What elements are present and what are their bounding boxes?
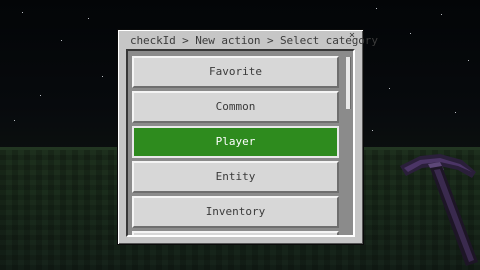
star bbox=[441, 14, 442, 15]
star bbox=[376, 8, 377, 9]
close-icon[interactable]: × bbox=[349, 31, 355, 41]
dialog-titlebar: checkId > New action > Select category × bbox=[118, 30, 378, 50]
star bbox=[88, 18, 89, 19]
star bbox=[102, 76, 103, 77]
star bbox=[22, 12, 23, 13]
category-common-button[interactable]: Common bbox=[132, 91, 339, 123]
star bbox=[14, 120, 15, 121]
category-next-button[interactable] bbox=[132, 231, 339, 235]
category-entity-button[interactable]: Entity bbox=[132, 161, 339, 193]
category-favorite-button[interactable]: Favorite bbox=[132, 56, 339, 88]
category-list-panel[interactable]: Favorite Common Player Entity Inventory bbox=[126, 49, 355, 237]
netherite-pickaxe-icon bbox=[400, 154, 478, 266]
star bbox=[372, 130, 373, 131]
star bbox=[40, 95, 41, 96]
star bbox=[455, 112, 456, 113]
star bbox=[410, 33, 411, 34]
dialog-title: checkId > New action > Select category bbox=[130, 34, 378, 47]
star bbox=[61, 40, 62, 41]
category-player-button[interactable]: Player bbox=[132, 126, 339, 158]
star bbox=[468, 60, 469, 61]
category-inventory-button[interactable]: Inventory bbox=[132, 196, 339, 228]
scrollbar-track[interactable] bbox=[346, 57, 351, 233]
scrollbar-thumb[interactable] bbox=[346, 57, 351, 109]
star bbox=[389, 88, 390, 89]
select-category-dialog: checkId > New action > Select category ×… bbox=[117, 29, 378, 245]
